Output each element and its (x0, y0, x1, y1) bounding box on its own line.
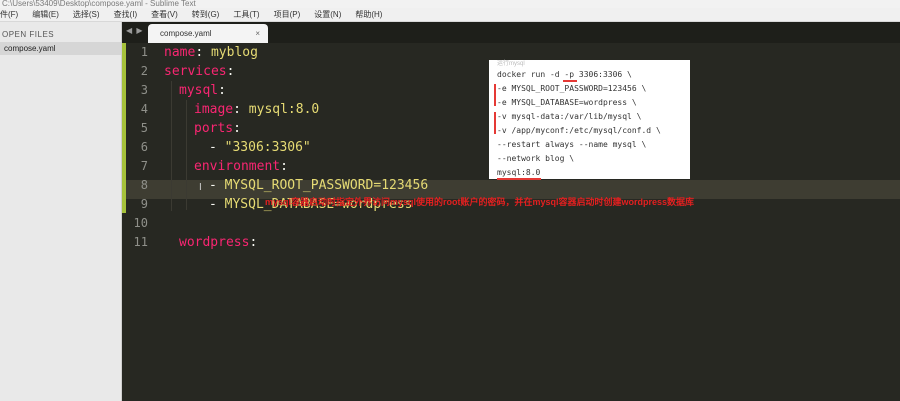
menu-selection[interactable]: 选择(S) (73, 9, 100, 20)
sidebar-file-compose[interactable]: compose.yaml (0, 42, 121, 55)
line-number: 11 (133, 235, 148, 249)
menu-file[interactable]: 件(F) (0, 9, 18, 20)
yaml-key: environment (194, 159, 281, 174)
code-text: services: (164, 62, 234, 81)
annotation-text: mysql容器启动时指定外界访问mysql使用的root账户的密码，并在mysq… (265, 197, 695, 207)
docker-line: docker run -d -p 3306:3306 \ (497, 70, 632, 79)
yaml-key: name (164, 45, 196, 60)
yaml-colon: : (249, 235, 258, 250)
yaml-key: services (164, 64, 227, 79)
line-number: 1 (140, 45, 148, 59)
docker-line: --network blog \ (497, 154, 575, 163)
docker-line: mysql:8.0 (497, 168, 541, 177)
code-text: - MYSQL_ROOT_PASSWORD=123456 (209, 176, 428, 195)
line-number: 5 (140, 121, 148, 135)
yaml-colon: : (233, 102, 249, 117)
yaml-colon: : (233, 121, 241, 136)
yaml-key: image (194, 102, 234, 117)
code-text: wordpress: (179, 233, 257, 252)
docker-line: --restart always --name mysql \ (497, 140, 647, 149)
window-title: C:\Users\53409\Desktop\compose.yaml - Su… (0, 0, 900, 8)
sidebar-header: OPEN FILES (2, 30, 55, 39)
yaml-value: - MYSQL_ROOT_PASSWORD=123456 (209, 178, 429, 193)
yaml-colon: : (226, 64, 235, 79)
docker-line: -v mysql-data:/var/lib/mysql \ (497, 112, 642, 121)
docker-line: -e MYSQL_ROOT_PASSWORD=123456 \ (497, 84, 647, 93)
bracket-mark (494, 84, 496, 106)
docker-line: -v /app/myconf:/etc/mysql/conf.d \ (497, 126, 661, 135)
docker-line: -e MYSQL_DATABASE=wordpress \ (497, 98, 637, 107)
menu-tools[interactable]: 工具(T) (233, 9, 259, 20)
line-number: 4 (140, 102, 148, 116)
tab-label: compose.yaml (160, 29, 212, 38)
menu-view[interactable]: 查看(V) (151, 9, 178, 20)
yaml-colon: : (280, 159, 288, 174)
line-number: 9 (140, 197, 148, 211)
code-text: - "3306:3306" (209, 138, 311, 157)
yaml-key: ports (194, 121, 234, 136)
underline-mark (563, 80, 577, 82)
code-text: environment: (194, 157, 288, 176)
line-number: 8 (140, 178, 148, 192)
code-text: name: myblog (164, 43, 258, 62)
yaml-key: mysql (179, 83, 219, 98)
tab-bar: ◀ ▶ compose.yaml × (122, 22, 900, 43)
sidebar: OPEN FILES compose.yaml (0, 22, 122, 401)
code-text: mysql: (179, 81, 226, 100)
menu-edit[interactable]: 编辑(E) (32, 9, 59, 20)
image-caption: 运行mysql (497, 61, 525, 67)
tab-compose-yaml[interactable]: compose.yaml × (148, 24, 268, 43)
menu-bar: 件(F) 编辑(E) 选择(S) 查找(I) 查看(V) 转到(G) 工具(T)… (0, 8, 900, 22)
text-cursor-icon: I (199, 182, 202, 193)
yaml-key: wordpress (179, 235, 250, 250)
yaml-colon: : (195, 45, 211, 60)
embedded-docker-command-image: 运行mysql docker run -d -p 3306:3306 \ -e … (489, 60, 690, 180)
line-number: 3 (140, 83, 148, 97)
yaml-value: - "3306:3306" (209, 140, 311, 155)
menu-preferences[interactable]: 设置(N) (314, 9, 341, 20)
line-number: 6 (140, 140, 148, 154)
line-number: 2 (140, 64, 148, 78)
line-number: 10 (133, 216, 148, 230)
code-text: ports: (194, 119, 241, 138)
code-line: 11 wordpress: (122, 233, 892, 252)
code-line: 10 (122, 214, 892, 233)
tab-nav-arrows-icon[interactable]: ◀ ▶ (126, 26, 144, 35)
bracket-mark (494, 112, 496, 134)
menu-find[interactable]: 查找(I) (114, 9, 138, 20)
code-text: image: mysql:8.0 (194, 100, 319, 119)
yaml-value: mysql:8.0 (248, 102, 320, 117)
close-icon[interactable]: × (255, 24, 260, 43)
line-number: 7 (140, 159, 148, 173)
yaml-colon: : (218, 83, 226, 98)
menu-project[interactable]: 项目(P) (274, 9, 301, 20)
menu-help[interactable]: 帮助(H) (355, 9, 382, 20)
yaml-value: myblog (210, 45, 258, 60)
underline-mark (497, 178, 541, 180)
menu-goto[interactable]: 转到(G) (192, 9, 220, 20)
